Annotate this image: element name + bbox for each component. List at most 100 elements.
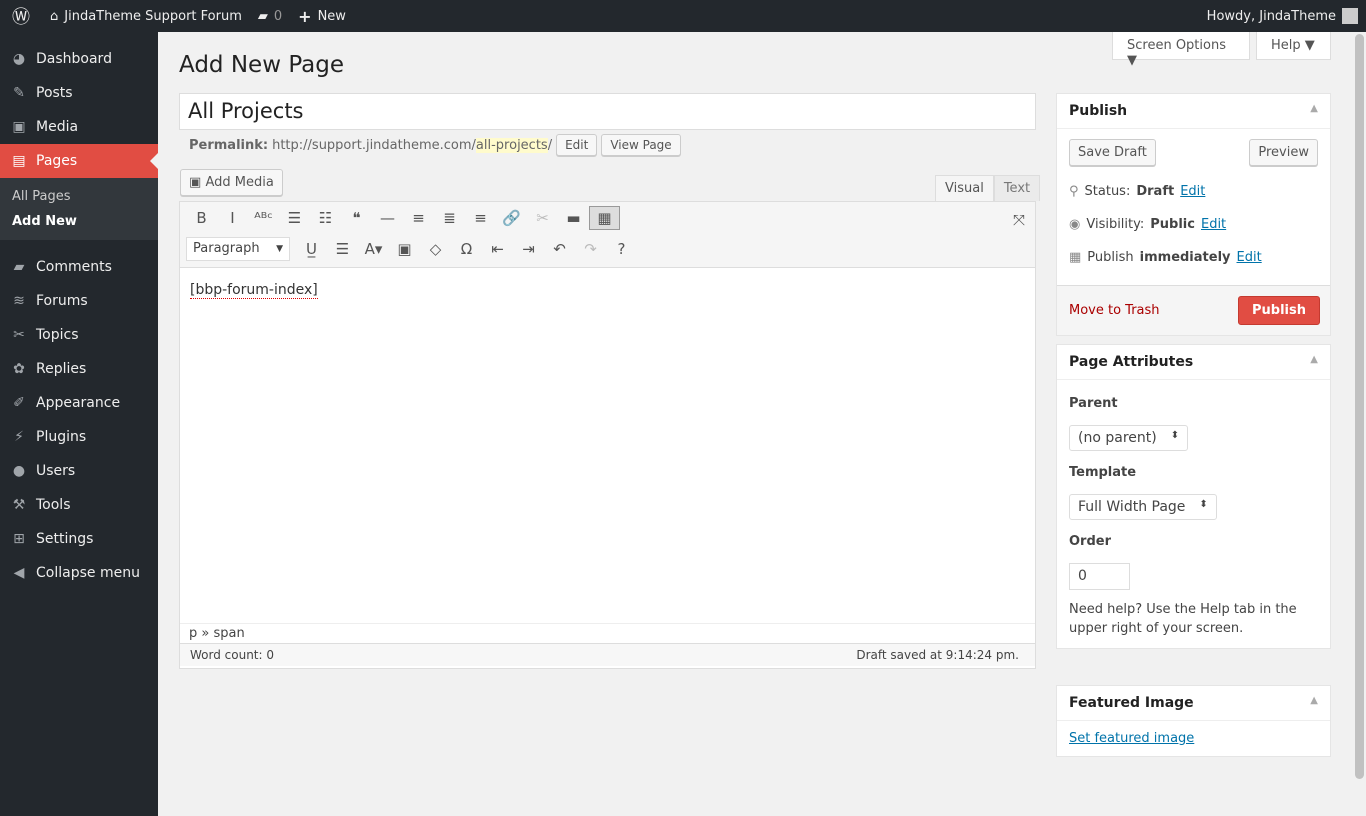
- publish-when: immediately: [1139, 250, 1231, 265]
- menu-item-media[interactable]: ▣ Media: [0, 110, 158, 144]
- outdent-icon[interactable]: ⇤: [482, 240, 513, 258]
- tab-text[interactable]: Text: [993, 175, 1041, 201]
- help-icon[interactable]: ?: [606, 240, 637, 258]
- menu-label: Users: [36, 463, 76, 479]
- plugin-icon: ⚡: [14, 429, 24, 445]
- menu-item-forums[interactable]: ≋ Forums: [0, 284, 158, 318]
- justify-icon[interactable]: ☰: [327, 240, 358, 258]
- edit-date-link[interactable]: Edit: [1237, 250, 1262, 265]
- menu-label: Collapse menu: [36, 565, 140, 581]
- text-color-icon[interactable]: A▾: [358, 240, 389, 258]
- permalink-slug[interactable]: all-projects: [475, 137, 548, 153]
- move-to-trash-link[interactable]: Move to Trash: [1069, 303, 1160, 318]
- comment-icon: ▰: [257, 8, 268, 24]
- menu-item-plugins[interactable]: ⚡ Plugins: [0, 420, 158, 454]
- submenu-add-new[interactable]: Add New: [0, 209, 158, 234]
- account-menu[interactable]: Howdy, JindaTheme: [1199, 0, 1366, 32]
- fullscreen-icon[interactable]: ⤧: [1013, 211, 1025, 229]
- wordpress-logo-icon[interactable]: Ⓦ: [0, 0, 42, 32]
- bold-icon[interactable]: B: [186, 209, 217, 227]
- replies-icon: ✿: [13, 361, 25, 377]
- menu-item-replies[interactable]: ✿ Replies: [0, 352, 158, 386]
- menu-item-comments[interactable]: ▰ Comments: [0, 250, 158, 284]
- menu-item-tools[interactable]: ⚒ Tools: [0, 488, 158, 522]
- template-select[interactable]: Full Width Page ⬍: [1069, 494, 1217, 520]
- italic-icon[interactable]: I: [217, 209, 248, 227]
- format-value: Paragraph: [193, 241, 260, 256]
- new-content-link[interactable]: + New: [290, 0, 354, 32]
- underline-icon[interactable]: U̲: [296, 240, 327, 258]
- format-select[interactable]: Paragraph ▼: [186, 236, 290, 261]
- toggle-icon[interactable]: ▲: [1310, 103, 1318, 119]
- help-button[interactable]: Help ▼: [1256, 32, 1331, 60]
- strikethrough-icon[interactable]: ᴬᴮᶜ: [248, 209, 279, 227]
- clear-formatting-icon[interactable]: ◇: [420, 240, 451, 258]
- read-more-icon[interactable]: ▬: [558, 209, 589, 227]
- set-featured-image-link[interactable]: Set featured image: [1069, 731, 1194, 746]
- menu-label: Appearance: [36, 395, 121, 411]
- collapse-icon: ◀: [13, 565, 25, 581]
- indent-icon[interactable]: ⇥: [513, 240, 544, 258]
- menu-item-pages[interactable]: ▤ Pages: [0, 144, 158, 178]
- permalink-label: Permalink:: [189, 137, 269, 153]
- add-media-label: Add Media: [205, 175, 274, 190]
- element-path: p » span: [180, 623, 1035, 643]
- menu-item-dashboard[interactable]: ◕ Dashboard: [0, 42, 158, 76]
- parent-select[interactable]: (no parent) ⬍: [1069, 425, 1189, 451]
- publish-button[interactable]: Publish: [1238, 296, 1320, 325]
- edit-visibility-link[interactable]: Edit: [1201, 217, 1226, 232]
- align-right-icon[interactable]: ≡: [465, 209, 496, 227]
- menu-item-users[interactable]: ● Users: [0, 454, 158, 488]
- publish-title: Publish: [1069, 103, 1128, 119]
- link-icon[interactable]: 🔗: [496, 209, 527, 227]
- paste-text-icon[interactable]: ▣: [389, 240, 420, 258]
- editor-toolbar: B Iᴬᴮᶜ ☰ ☷ ❝ — ≡ ≣ ≡ 🔗 ✂ ▬ ▦ Paragraph ▼ U̲ ☰ A▾ ▣ ◇ Ω ⇤ ⇥ ↶ ↷?…: [180, 202, 1035, 268]
- special-character-icon[interactable]: Ω: [451, 240, 482, 258]
- editor: B Iᴬᴮᶜ ☰ ☷ ❝ — ≡ ≣ ≡ 🔗 ✂ ▬ ▦ Paragraph ▼ U̲ ☰ A▾ ▣ ◇ Ω ⇤ ⇥ ↶ ↷?…: [179, 201, 1036, 669]
- pin-icon: ✎: [13, 85, 25, 101]
- editor-content[interactable]: [bbp-forum-index]: [180, 268, 1035, 623]
- bullet-list-icon[interactable]: ☰: [279, 209, 310, 227]
- view-page-button[interactable]: View Page: [601, 134, 681, 156]
- toggle-icon[interactable]: ▲: [1310, 695, 1318, 711]
- pages-submenu: All Pages Add New: [0, 178, 158, 240]
- submenu-all-pages[interactable]: All Pages: [0, 184, 158, 209]
- horizontal-rule-icon[interactable]: —: [372, 209, 403, 227]
- toggle-icon[interactable]: ▲: [1310, 354, 1318, 370]
- blockquote-icon[interactable]: ❝: [341, 209, 372, 227]
- menu-item-posts[interactable]: ✎ Posts: [0, 76, 158, 110]
- brush-icon: ✐: [13, 395, 25, 411]
- site-name-link[interactable]: ⌂ JindaTheme Support Forum: [42, 0, 250, 32]
- pin-icon: ⚲: [1069, 184, 1079, 199]
- parent-label: Parent: [1069, 396, 1118, 411]
- unlink-icon[interactable]: ✂: [527, 209, 558, 227]
- media-icon: ▣: [189, 175, 202, 190]
- menu-item-collapse-menu[interactable]: ◀ Collapse menu: [0, 556, 158, 590]
- avatar: [1342, 8, 1358, 24]
- menu-label: Media: [36, 119, 79, 135]
- add-media-button[interactable]: ▣ Add Media: [180, 169, 283, 196]
- title-input[interactable]: All Projects: [179, 93, 1036, 130]
- order-input[interactable]: 0: [1069, 563, 1130, 590]
- word-count: Word count: 0: [190, 648, 275, 662]
- save-draft-button[interactable]: Save Draft: [1069, 139, 1156, 166]
- edit-permalink-button[interactable]: Edit: [556, 134, 598, 156]
- preview-button[interactable]: Preview: [1249, 139, 1318, 166]
- align-center-icon[interactable]: ≣: [434, 209, 465, 227]
- tab-visual[interactable]: Visual: [935, 175, 994, 201]
- screen-options-button[interactable]: Screen Options ▼: [1112, 32, 1250, 68]
- align-left-icon[interactable]: ≡: [403, 209, 434, 227]
- menu-label: Comments: [36, 259, 112, 275]
- toolbar-toggle-icon[interactable]: ▦: [589, 205, 620, 230]
- undo-icon[interactable]: ↶: [544, 240, 575, 258]
- status-value: Draft: [1136, 184, 1175, 199]
- menu-item-settings[interactable]: ⊞ Settings: [0, 522, 158, 556]
- menu-item-appearance[interactable]: ✐ Appearance: [0, 386, 158, 420]
- menu-item-topics[interactable]: ✂ Topics: [0, 318, 158, 352]
- scrollbar[interactable]: [1355, 34, 1364, 779]
- numbered-list-icon[interactable]: ☷: [310, 209, 341, 227]
- edit-status-link[interactable]: Edit: [1180, 184, 1205, 199]
- redo-icon[interactable]: ↷: [575, 240, 606, 258]
- page-title: Add New Page: [179, 52, 344, 78]
- comments-link[interactable]: ▰ 0: [250, 0, 290, 32]
